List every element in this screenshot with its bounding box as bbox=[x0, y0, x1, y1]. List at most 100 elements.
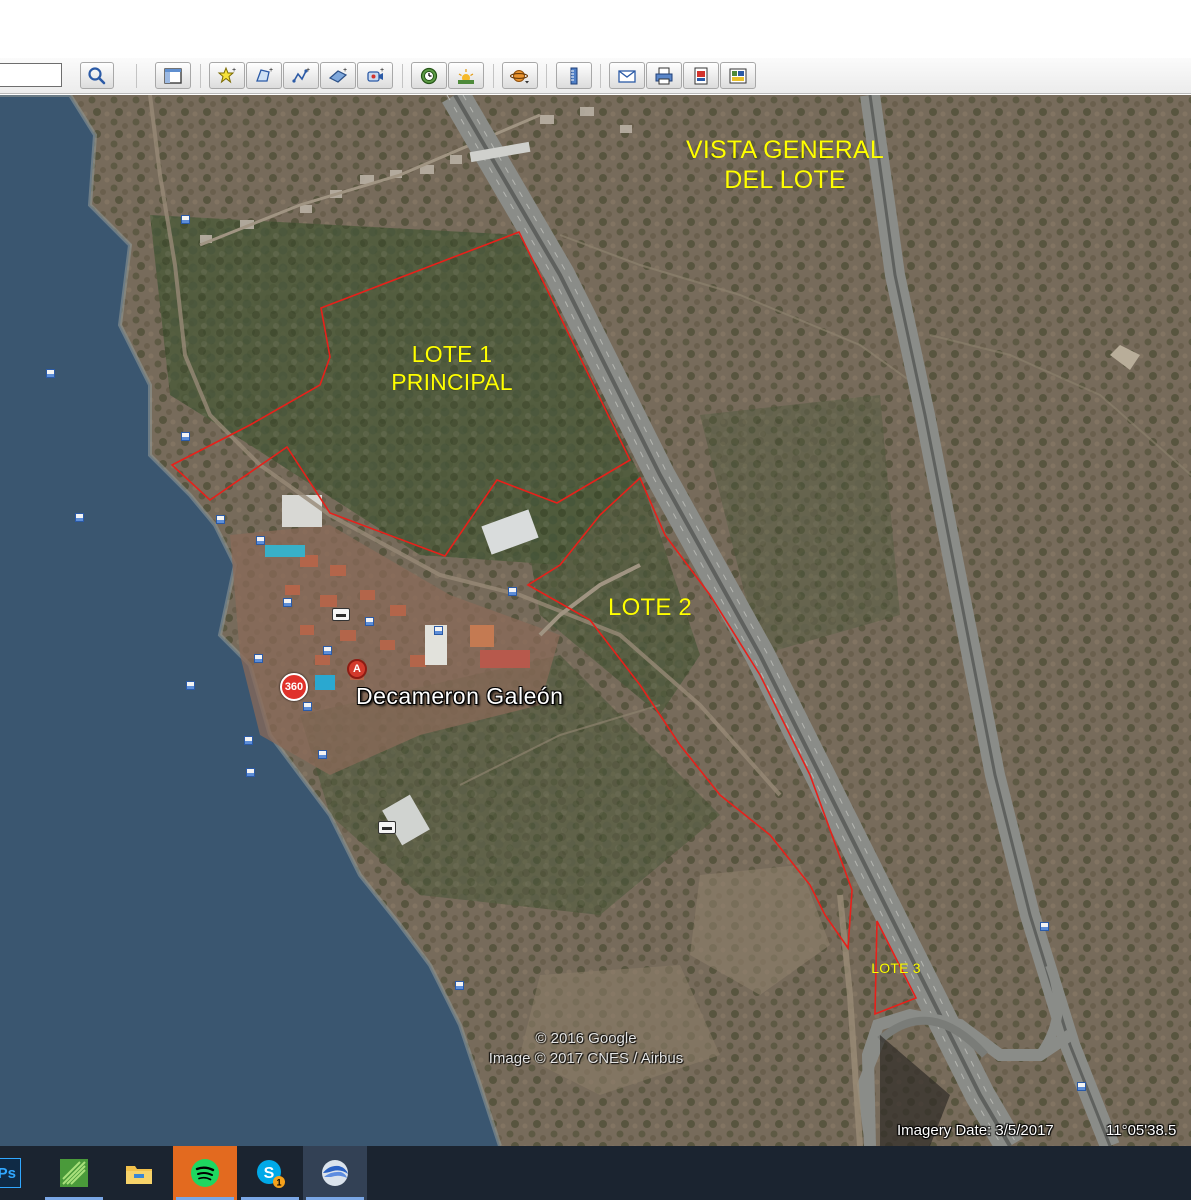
photo-marker-icon[interactable] bbox=[246, 768, 255, 777]
photo-marker-icon[interactable] bbox=[75, 513, 84, 522]
add-image-overlay-button[interactable]: + bbox=[320, 62, 356, 89]
taskbar: Ps S1 bbox=[0, 1146, 1191, 1200]
photo-marker-icon[interactable] bbox=[216, 515, 225, 524]
imagery-date: Imagery Date: 3/5/2017 bbox=[897, 1122, 1054, 1139]
toolbar-separator bbox=[136, 64, 137, 88]
taskbar-google-earth[interactable] bbox=[303, 1146, 367, 1200]
add-path-button[interactable]: + bbox=[283, 62, 319, 89]
svg-text:+: + bbox=[269, 67, 273, 74]
label-lote-3: LOTE 3 bbox=[871, 960, 921, 976]
map-status-bar: Imagery Date: 3/5/2017 11°05'38.5 bbox=[0, 1116, 1191, 1146]
add-placemark-button[interactable]: + bbox=[209, 62, 245, 89]
toolbar: + + + + + bbox=[0, 58, 1191, 94]
spotify-icon bbox=[191, 1159, 219, 1187]
photo-marker-icon[interactable] bbox=[323, 646, 332, 655]
label-vista-general: VISTA GENERAL DEL LOTE bbox=[660, 135, 910, 195]
print-icon bbox=[655, 67, 673, 84]
label-lote1-line2: PRINCIPAL bbox=[391, 368, 513, 395]
photo-marker-icon[interactable] bbox=[181, 432, 190, 441]
view-in-maps-icon bbox=[729, 68, 747, 83]
copyright-line1: © 2016 Google bbox=[535, 1030, 637, 1047]
taskbar-skype[interactable]: S1 bbox=[238, 1146, 302, 1200]
label-vista-line2: DEL LOTE bbox=[724, 166, 846, 194]
photo-marker-icon[interactable] bbox=[434, 626, 443, 635]
label-lote-1: LOTE 1 PRINCIPAL bbox=[352, 341, 552, 396]
add-polygon-button[interactable]: + bbox=[246, 62, 282, 89]
photo-marker-icon[interactable] bbox=[186, 681, 195, 690]
360-view-badge[interactable]: 360 bbox=[280, 673, 308, 701]
taskbar-photoshop[interactable]: Ps bbox=[0, 1146, 28, 1200]
photo-marker-icon[interactable] bbox=[283, 598, 292, 607]
copyright-line2: Image © 2017 CNES / Airbus bbox=[488, 1050, 684, 1067]
save-image-button[interactable] bbox=[683, 62, 719, 89]
label-lote1-line1: LOTE 1 bbox=[411, 341, 493, 367]
toolbar-separator bbox=[600, 64, 601, 88]
photo-marker-icon[interactable] bbox=[1077, 1082, 1086, 1091]
photo-marker-icon[interactable] bbox=[254, 654, 263, 663]
taskbar-app-green[interactable] bbox=[42, 1146, 106, 1200]
coordinates-readout: 11°05'38.5 bbox=[1106, 1122, 1177, 1139]
add-image-overlay-icon: + bbox=[328, 67, 347, 83]
place-label-decameron: Decameron Galeón bbox=[356, 683, 564, 709]
search-input[interactable] bbox=[0, 63, 62, 87]
add-path-icon: + bbox=[292, 67, 310, 83]
photo-marker-icon[interactable] bbox=[1040, 922, 1049, 931]
historical-imagery-button[interactable] bbox=[411, 62, 447, 89]
skype-badge: 1 bbox=[276, 1178, 281, 1188]
ruler-icon bbox=[570, 67, 578, 84]
taskbar-file-explorer[interactable] bbox=[107, 1146, 171, 1200]
svg-text:+: + bbox=[343, 67, 347, 74]
imagery-copyright: © 2016 Google Image © 2017 CNES / Airbus bbox=[470, 1029, 702, 1069]
label-vista-line1: VISTA GENERAL bbox=[685, 136, 885, 164]
planets-button[interactable] bbox=[502, 62, 538, 89]
add-placemark-icon: + bbox=[217, 66, 236, 83]
planets-icon bbox=[510, 69, 529, 83]
svg-text:+: + bbox=[380, 67, 384, 74]
photo-marker-icon[interactable] bbox=[455, 981, 464, 990]
photo-marker-icon[interactable] bbox=[508, 587, 517, 596]
map-view[interactable]: 360 A Decameron Galeón VISTA GENERAL DEL… bbox=[0, 95, 1191, 1146]
photo-marker-icon[interactable] bbox=[365, 617, 374, 626]
skype-icon: S1 bbox=[257, 1160, 285, 1188]
record-tour-icon: + bbox=[367, 67, 384, 82]
toolbar-separator bbox=[493, 64, 494, 88]
photo-marker-icon[interactable] bbox=[46, 369, 55, 378]
record-tour-button[interactable]: + bbox=[357, 62, 393, 89]
search-button[interactable] bbox=[80, 62, 114, 89]
search-icon bbox=[88, 66, 106, 84]
email-icon bbox=[618, 69, 636, 83]
photo-marker-icon[interactable] bbox=[318, 750, 327, 759]
svg-text:S: S bbox=[264, 1165, 275, 1182]
svg-text:+: + bbox=[306, 67, 310, 74]
sunlight-button[interactable] bbox=[448, 62, 484, 89]
ruler-button[interactable] bbox=[556, 62, 592, 89]
google-earth-icon bbox=[322, 1160, 348, 1186]
save-image-icon bbox=[694, 67, 708, 84]
historical-imagery-icon bbox=[420, 67, 438, 84]
toolbar-separator bbox=[200, 64, 201, 88]
taskbar-spotify[interactable] bbox=[173, 1146, 237, 1200]
sunlight-icon bbox=[458, 68, 474, 84]
label-lote-2: LOTE 2 bbox=[608, 594, 692, 621]
hotel-icon[interactable] bbox=[378, 821, 396, 834]
print-button[interactable] bbox=[646, 62, 682, 89]
sidebar-toggle-icon bbox=[164, 67, 182, 84]
sidebar-toggle-button[interactable] bbox=[155, 62, 191, 89]
file-explorer-icon bbox=[126, 1166, 152, 1184]
photo-marker-icon[interactable] bbox=[244, 736, 253, 745]
app-green-icon bbox=[60, 1159, 88, 1187]
photo-marker-icon[interactable] bbox=[303, 702, 312, 711]
hotel-icon[interactable] bbox=[332, 608, 350, 621]
toolbar-separator bbox=[402, 64, 403, 88]
photo-marker-icon[interactable] bbox=[256, 536, 265, 545]
placemark-pin-a[interactable]: A bbox=[347, 659, 367, 679]
title-area bbox=[0, 0, 1191, 58]
svg-text:+: + bbox=[232, 67, 236, 74]
google-earth-window: + + + + + 360 A Decameron Galeón VISTA G… bbox=[0, 0, 1191, 1200]
email-button[interactable] bbox=[609, 62, 645, 89]
photoshop-icon: Ps bbox=[0, 1158, 21, 1188]
photo-marker-icon[interactable] bbox=[181, 215, 190, 224]
view-in-maps-button[interactable] bbox=[720, 62, 756, 89]
photoshop-label: Ps bbox=[0, 1164, 16, 1182]
add-polygon-icon: + bbox=[256, 67, 273, 82]
